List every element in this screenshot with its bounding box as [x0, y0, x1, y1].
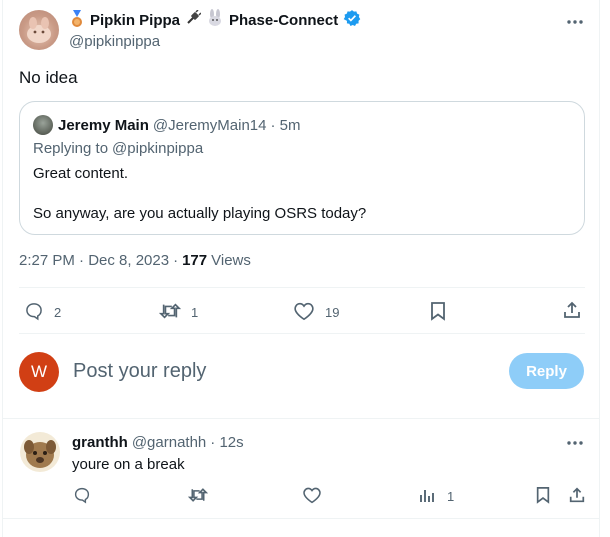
retweet-count: 1	[191, 305, 199, 320]
bookmark-icon[interactable]	[429, 301, 447, 326]
like-count: 19	[325, 305, 340, 320]
reply-input[interactable]: Post your reply	[73, 360, 206, 383]
composer-avatar: W	[19, 352, 59, 392]
like-action[interactable]: 19	[293, 301, 339, 324]
quote-author-avatar	[33, 115, 53, 135]
analytics-icon	[419, 487, 435, 506]
meta-separator: ·	[173, 252, 179, 269]
retweet-icon	[158, 301, 182, 324]
reply-icon	[24, 301, 44, 324]
tweet-timestamp[interactable]: 2:27 PM · Dec 8, 2023	[19, 252, 169, 269]
views-count: 177	[182, 252, 208, 269]
reply-share-icon[interactable]	[568, 486, 586, 509]
more-options-icon[interactable]	[565, 14, 585, 30]
heart-icon	[293, 301, 315, 324]
reply-author-row: granthh @garnathh · 12s	[72, 432, 244, 452]
author-name-row: Pipkin Pippa Phase-Connect	[69, 8, 361, 32]
reply-like-icon[interactable]	[302, 486, 322, 509]
author-affiliation: Phase-Connect	[229, 11, 339, 29]
tweet-detail-view: Pipkin Pippa Phase-Connect @pipkinpippa …	[2, 0, 600, 537]
retweet-action[interactable]: 1	[158, 301, 199, 324]
reply-button[interactable]: Reply	[509, 353, 584, 389]
composer-avatar-letter: W	[30, 362, 48, 381]
quote-author-name: Jeremy Main	[58, 116, 149, 134]
reply-author-handle[interactable]: @garnathh	[132, 434, 206, 451]
verified-badge-icon	[343, 9, 361, 32]
author-name[interactable]: Pipkin Pippa	[90, 12, 180, 29]
rabbit-icon	[206, 8, 224, 32]
plug-icon	[185, 8, 202, 31]
reply-author-name[interactable]: granthh	[72, 434, 128, 451]
divider-composer	[3, 418, 599, 419]
tweet-text: No idea	[19, 68, 78, 87]
reply-views-count: 1	[447, 489, 455, 504]
reply-views-action[interactable]: 1	[419, 487, 454, 506]
views-label: Views	[211, 252, 251, 269]
medal-icon	[69, 10, 85, 30]
replying-to-handle[interactable]: @pipkinpippa	[112, 140, 203, 157]
divider-top-actions	[19, 287, 585, 288]
quoted-tweet[interactable]: Jeremy Main @JeremyMain14 · 5m Replying …	[19, 101, 585, 235]
reply-retweet-icon[interactable]	[187, 486, 209, 509]
quote-text-line2: So anyway, are you actually playing OSRS…	[33, 205, 367, 222]
reply-more-options-icon[interactable]	[565, 435, 585, 451]
quote-text-line1: Great content.	[33, 165, 129, 182]
reply-count: 2	[54, 305, 62, 320]
divider-reply-bottom	[3, 518, 599, 519]
reply-reply-icon[interactable]	[73, 486, 91, 509]
replying-to-line: Replying to @pipkinpippa	[33, 140, 203, 157]
author-handle[interactable]: @pipkinpippa	[69, 33, 160, 50]
reply-author-avatar[interactable]	[20, 432, 60, 472]
reply-action[interactable]: 2	[24, 301, 61, 324]
quote-author-handle: @JeremyMain14	[152, 116, 267, 134]
tweet-meta: 2:27 PM · Dec 8, 2023 · 177 Views	[19, 252, 251, 269]
reply-time[interactable]: · 12s	[210, 434, 243, 451]
quote-time: · 5m	[270, 116, 301, 134]
share-icon[interactable]	[562, 300, 582, 325]
replying-to-prefix: Replying to	[33, 140, 109, 157]
quote-author-row: Jeremy Main @JeremyMain14 · 5m	[58, 115, 301, 135]
author-avatar[interactable]	[19, 10, 59, 50]
reply-bookmark-icon[interactable]	[535, 486, 551, 509]
divider-bottom-actions	[19, 333, 585, 334]
reply-text: youre on a break	[72, 456, 185, 473]
